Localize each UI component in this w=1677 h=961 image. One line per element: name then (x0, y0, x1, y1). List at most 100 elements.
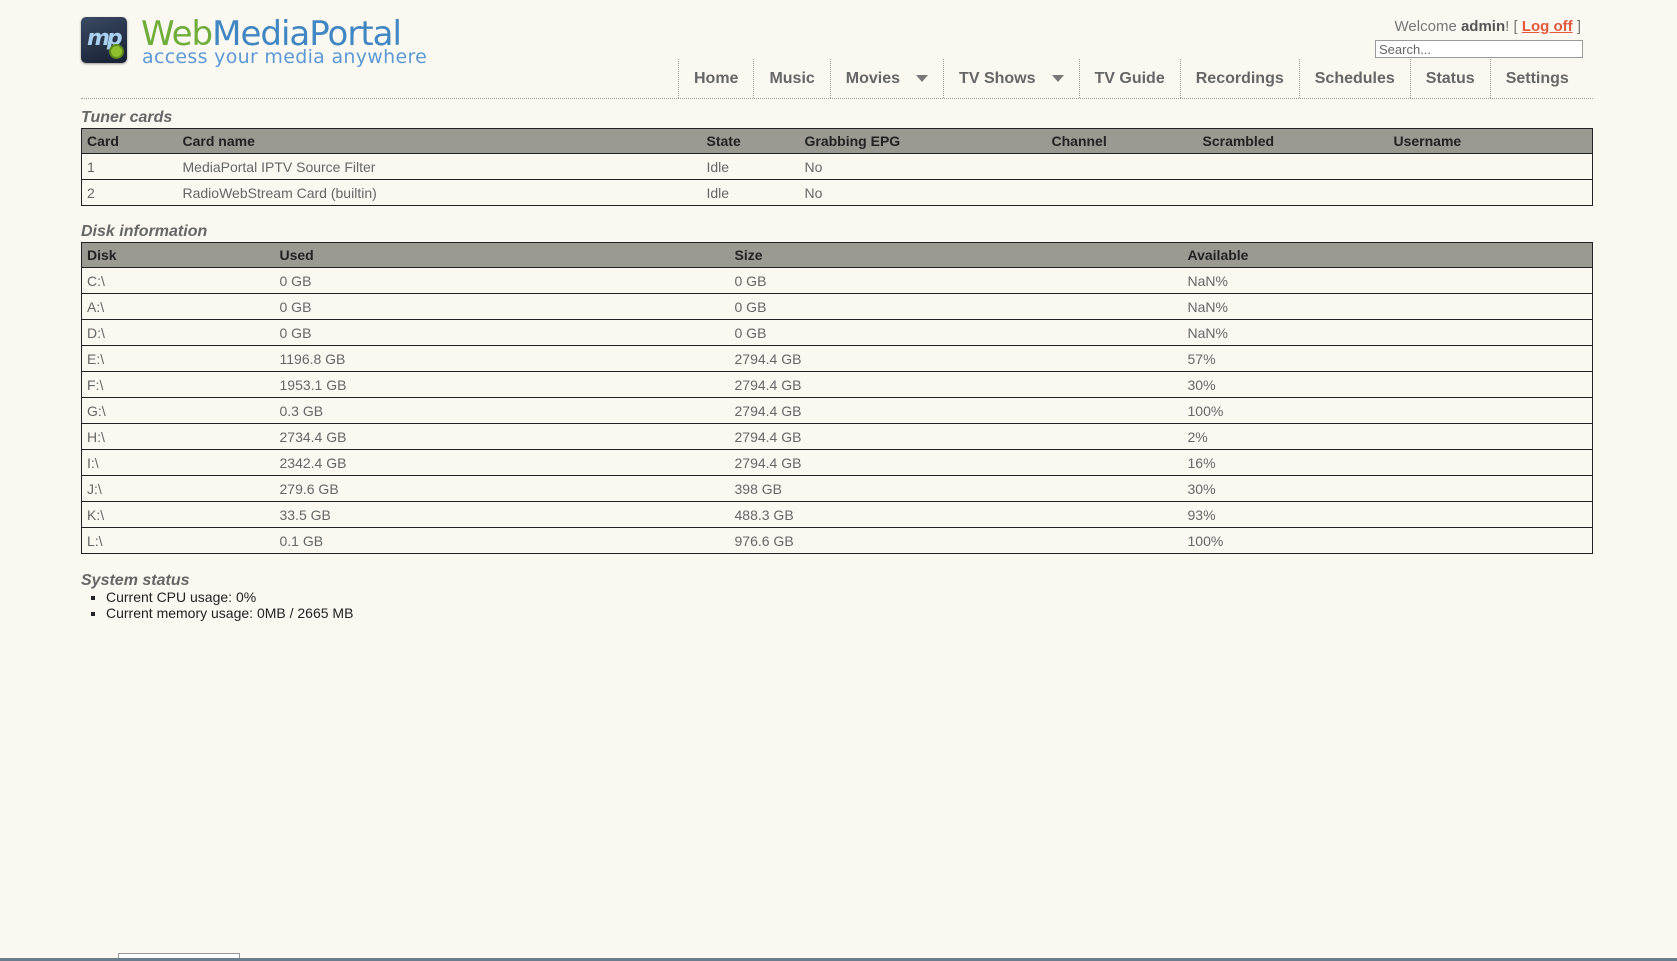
disk-used: 0 GB (274, 267, 730, 294)
nav-settings-label: Settings (1505, 69, 1569, 87)
disk-drive: I:\ (81, 449, 275, 476)
card-grabbing-epg: No (799, 153, 1047, 180)
table-row: E:\ 1196.8 GB 2794.4 GB 57% (81, 345, 1593, 372)
nav-tv-shows[interactable]: TV Shows (944, 59, 1080, 98)
logo[interactable]: mp WebMediaPortal access your media anyw… (81, 14, 441, 72)
column-header: Channel (1046, 128, 1198, 154)
memory-usage: Current memory usage: 0MB / 2665 MB (106, 605, 353, 621)
disk-used: 2342.4 GB (274, 449, 730, 476)
cpu-usage: Current CPU usage: 0% (106, 589, 353, 605)
card-state: Idle (701, 179, 800, 206)
disk-drive: L:\ (81, 527, 275, 554)
disk-drive: E:\ (81, 345, 275, 372)
disk-used: 0.1 GB (274, 527, 730, 554)
nav-tv-guide-label: TV Guide (1094, 69, 1165, 87)
disk-available: NaN% (1182, 319, 1593, 346)
card-id: 1 (81, 153, 178, 180)
disk-size: 2794.4 GB (729, 371, 1183, 398)
table-row: L:\ 0.1 GB 976.6 GB 100% (81, 527, 1593, 554)
table-header-row: Disk Used Size Available (81, 242, 1593, 268)
disk-drive: C:\ (81, 267, 275, 294)
bracket-close: ] (1576, 18, 1581, 35)
disk-size: 488.3 GB (729, 501, 1183, 528)
table-row: 1 MediaPortal IPTV Source Filter Idle No (81, 153, 1593, 180)
column-header: Available (1182, 242, 1593, 268)
nav-music-label: Music (769, 69, 815, 87)
disk-used: 0 GB (274, 293, 730, 320)
nav-recordings[interactable]: Recordings (1181, 59, 1300, 98)
nav-divider (81, 98, 1593, 99)
disk-used: 2734.4 GB (274, 423, 730, 450)
disk-size: 2794.4 GB (729, 345, 1183, 372)
disk-size: 2794.4 GB (729, 397, 1183, 424)
column-header: State (701, 128, 800, 154)
card-id: 2 (81, 179, 178, 206)
disk-available: NaN% (1182, 293, 1593, 320)
disk-available: NaN% (1182, 267, 1593, 294)
disk-used: 0.3 GB (274, 397, 730, 424)
column-header: Used (274, 242, 730, 268)
chevron-down-icon[interactable] (1051, 75, 1064, 82)
nav-movies[interactable]: Movies (831, 59, 945, 98)
disk-information-table: Disk Used Size Available C:\ 0 GB 0 GB NaN%… (81, 242, 1593, 554)
user-bar: Welcome admin! [ Log off ] (1395, 18, 1581, 35)
disk-available: 16% (1182, 449, 1593, 476)
column-header: Scrambled (1197, 128, 1389, 154)
card-scrambled (1197, 179, 1389, 206)
disk-used: 279.6 GB (274, 475, 730, 502)
disk-information-heading: Disk information (81, 223, 208, 240)
nav-schedules[interactable]: Schedules (1300, 59, 1411, 98)
column-header: Card name (177, 128, 702, 154)
disk-size: 2794.4 GB (729, 449, 1183, 476)
welcome-suffix: ! [ (1505, 18, 1518, 35)
nav-tv-shows-label: TV Shows (959, 69, 1036, 87)
disk-drive: K:\ (81, 501, 275, 528)
main-nav: Home Music Movies TV Shows TV Guide Reco… (678, 59, 1585, 98)
nav-settings[interactable]: Settings (1491, 59, 1585, 98)
table-row: J:\ 279.6 GB 398 GB 30% (81, 475, 1593, 502)
disk-available-low: 2% (1182, 423, 1593, 450)
table-row: K:\ 33.5 GB 488.3 GB 93% (81, 501, 1593, 528)
logo-tagline: access your media anywhere (142, 46, 428, 68)
nav-status[interactable]: Status (1411, 59, 1491, 98)
disk-used: 1953.1 GB (274, 371, 730, 398)
disk-available: 100% (1182, 527, 1593, 554)
nav-home-label: Home (694, 69, 739, 87)
logo-icon: mp (81, 17, 127, 63)
disk-drive: A:\ (81, 293, 275, 320)
card-grabbing-epg: No (799, 179, 1047, 206)
nav-home[interactable]: Home (679, 59, 755, 98)
column-header: Grabbing EPG (799, 128, 1047, 154)
logoff-link[interactable]: Log off (1522, 18, 1573, 35)
column-header: Size (729, 242, 1183, 268)
table-row: 2 RadioWebStream Card (builtin) Idle No (81, 179, 1593, 206)
disk-available: 57% (1182, 345, 1593, 372)
column-header: Disk (81, 242, 275, 268)
disk-drive: H:\ (81, 423, 275, 450)
card-scrambled (1197, 153, 1389, 180)
disk-size: 0 GB (729, 319, 1183, 346)
disk-size: 2794.4 GB (729, 423, 1183, 450)
nav-tv-guide[interactable]: TV Guide (1080, 59, 1181, 98)
disk-drive: J:\ (81, 475, 275, 502)
search-input[interactable] (1375, 40, 1583, 58)
table-header-row: Card Card name State Grabbing EPG Channe… (81, 128, 1593, 154)
chevron-down-icon[interactable] (916, 75, 929, 82)
card-channel (1046, 179, 1198, 206)
disk-used: 33.5 GB (274, 501, 730, 528)
disk-size: 0 GB (729, 293, 1183, 320)
table-row: A:\ 0 GB 0 GB NaN% (81, 293, 1593, 320)
column-header: Username (1388, 128, 1593, 154)
table-row: F:\ 1953.1 GB 2794.4 GB 30% (81, 371, 1593, 398)
table-row: I:\ 2342.4 GB 2794.4 GB 16% (81, 449, 1593, 476)
disk-size: 398 GB (729, 475, 1183, 502)
tuner-cards-table: Card Card name State Grabbing EPG Channe… (81, 128, 1593, 206)
nav-schedules-label: Schedules (1314, 69, 1395, 87)
nav-recordings-label: Recordings (1195, 69, 1284, 87)
card-name: MediaPortal IPTV Source Filter (177, 153, 702, 180)
system-status-heading: System status (81, 572, 190, 589)
card-username (1388, 179, 1593, 206)
disk-available: 30% (1182, 475, 1593, 502)
nav-music[interactable]: Music (754, 59, 831, 98)
nav-movies-label: Movies (845, 69, 901, 87)
